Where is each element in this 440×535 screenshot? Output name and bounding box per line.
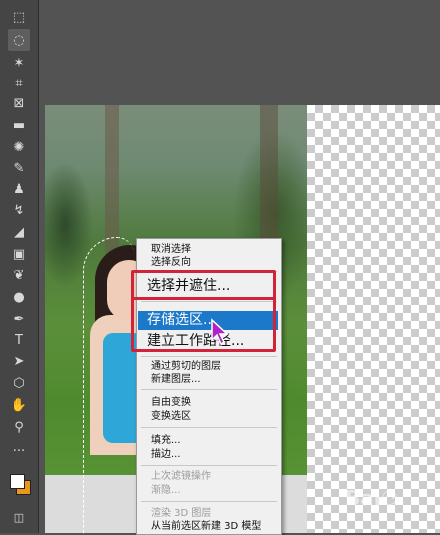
lasso-selection-outline xyxy=(83,237,134,534)
menu-separator xyxy=(141,501,277,502)
menu-item-render-3d-layer: 渲染 3D 图层 xyxy=(151,508,212,519)
quick-mask-icon[interactable]: ◫ xyxy=(8,506,30,528)
transparent-area xyxy=(307,105,440,533)
more-tools-icon[interactable]: ··· xyxy=(8,440,30,462)
crop-icon[interactable]: ⌗ xyxy=(8,72,30,94)
menu-separator xyxy=(141,465,277,466)
menu-item-deselect[interactable]: 取消选择 xyxy=(151,243,191,256)
foreground-color-swatch[interactable] xyxy=(10,474,25,489)
mouse-cursor-icon xyxy=(211,318,229,346)
menu-separator xyxy=(141,427,277,428)
menu-item-transform-selection[interactable]: 变换选区 xyxy=(151,410,191,423)
gradient-icon[interactable]: ▣ xyxy=(8,243,30,265)
eraser-icon[interactable]: ◢ xyxy=(8,221,30,243)
menu-separator xyxy=(141,356,277,357)
menu-item-fade: 渐隐... xyxy=(151,485,181,496)
path-select-icon[interactable]: ➤ xyxy=(8,350,30,372)
blur-icon[interactable]: ❦ xyxy=(8,264,30,286)
spot-healing-icon[interactable]: ✺ xyxy=(8,136,30,158)
clone-stamp-icon[interactable]: ♟ xyxy=(8,178,30,200)
menu-item-last-filter: 上次滤镜操作 xyxy=(151,471,211,482)
history-brush-icon[interactable]: ↯ xyxy=(8,199,30,221)
shape-icon[interactable]: ⬡ xyxy=(8,372,30,394)
magic-wand-icon[interactable]: ✶ xyxy=(8,52,30,74)
color-swatches[interactable] xyxy=(10,474,31,495)
menu-item-select-inverse[interactable]: 选择反向 xyxy=(151,256,191,269)
baidu-watermark: Bai⚇ xyxy=(345,486,399,510)
menu-separator xyxy=(141,389,277,390)
zoom-icon[interactable]: ⚲ xyxy=(8,416,30,438)
brush-icon[interactable]: ✎ xyxy=(8,157,30,179)
menu-item-layer-via-cut[interactable]: 通过剪切的图层 xyxy=(151,360,221,373)
menu-item-new-3d-from-selection[interactable]: 从当前选区新建 3D 模型 xyxy=(151,520,261,533)
lasso-icon[interactable]: ◌ xyxy=(8,29,30,51)
menu-item-new-layer[interactable]: 新建图层... xyxy=(151,373,201,386)
eyedropper-icon[interactable]: ▬ xyxy=(8,114,30,136)
tools-panel: ⬚ ◌ ✶ ⌗ ⊠ ▬ ✺ ✎ ♟ ↯ ◢ ▣ ❦ ● ✒ T ➤ ⬡ ✋ ⚲ … xyxy=(0,0,39,533)
menu-item-free-transform[interactable]: 自由变换 xyxy=(151,396,191,409)
pen-icon[interactable]: ✒ xyxy=(8,308,30,330)
menu-item-stroke[interactable]: 描边... xyxy=(151,448,181,461)
frame-icon[interactable]: ⊠ xyxy=(8,92,30,114)
dodge-icon[interactable]: ● xyxy=(8,286,30,308)
hand-icon[interactable]: ✋ xyxy=(8,394,30,416)
annotation-box-divider xyxy=(131,270,276,300)
menu-item-fill[interactable]: 填充... xyxy=(151,434,181,447)
rect-marquee-icon[interactable]: ⬚ xyxy=(8,6,30,28)
type-icon[interactable]: T xyxy=(8,329,30,351)
